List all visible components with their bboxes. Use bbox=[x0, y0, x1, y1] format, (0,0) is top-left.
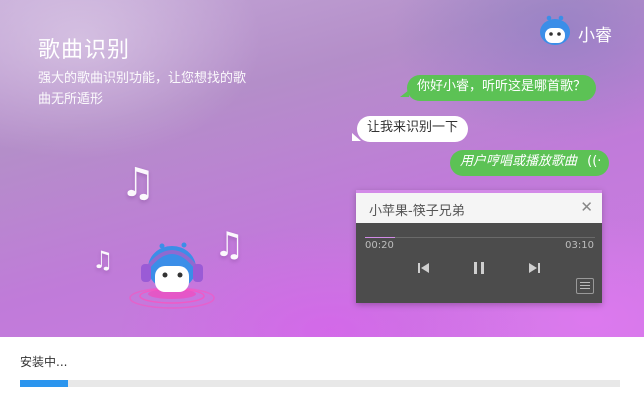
install-progress-fill bbox=[20, 380, 68, 387]
player-header: 小苹果-筷子兄弟 ✕ bbox=[356, 193, 602, 223]
total-duration: 03:10 bbox=[565, 240, 594, 251]
feature-description: 强大的歌曲识别功能，让您想找的歌曲无所遁形 bbox=[38, 71, 247, 107]
music-note-icon: ♫ bbox=[120, 160, 156, 206]
hint-text: 用户哼唱或播放歌曲 bbox=[460, 154, 578, 169]
brand-name: 小睿 bbox=[578, 25, 612, 46]
robot-mascot-icon bbox=[538, 14, 572, 52]
song-title: 小苹果-筷子兄弟 bbox=[369, 204, 465, 219]
previous-track-icon[interactable] bbox=[416, 260, 432, 276]
install-status-text: 安装中... bbox=[20, 355, 68, 369]
user-question-bubble: 你好小睿，听听这是哪首歌？ bbox=[407, 75, 597, 101]
playback-progress-track[interactable] bbox=[365, 237, 595, 238]
sound-wave-icon: ((· bbox=[587, 154, 602, 169]
close-icon[interactable]: ✕ bbox=[580, 198, 593, 216]
bubble-tail bbox=[352, 133, 361, 141]
playback-progress-fill bbox=[365, 237, 395, 238]
listening-mascot-illustration bbox=[124, 240, 220, 310]
bubble-tail bbox=[400, 90, 409, 97]
installer-window: 歌曲识别 强大的歌曲识别功能，让您想找的歌曲无所遁形 小睿 ♫ ♫ ♫ 你好小睿… bbox=[0, 0, 644, 417]
bot-reply-bubble: 让我来识别一下 bbox=[357, 116, 469, 142]
music-player-widget: 小苹果-筷子兄弟 ✕ 00:20 03:10 bbox=[356, 190, 602, 303]
next-track-icon[interactable] bbox=[526, 260, 542, 276]
feature-title: 歌曲识别 bbox=[38, 38, 131, 63]
install-footer: 安装中... bbox=[0, 337, 644, 417]
playlist-menu-icon[interactable] bbox=[576, 278, 594, 294]
elapsed-time: 00:20 bbox=[365, 240, 394, 251]
music-note-icon: ♫ bbox=[92, 246, 114, 274]
install-progress-bar bbox=[20, 380, 620, 387]
feature-banner: 歌曲识别 强大的歌曲识别功能，让您想找的歌曲无所遁形 小睿 ♫ ♫ ♫ 你好小睿… bbox=[0, 0, 644, 337]
pause-icon[interactable] bbox=[471, 260, 487, 276]
hum-hint-bubble: 用户哼唱或播放歌曲 ((· bbox=[450, 150, 610, 176]
brand-logo: 小睿 bbox=[538, 14, 612, 52]
